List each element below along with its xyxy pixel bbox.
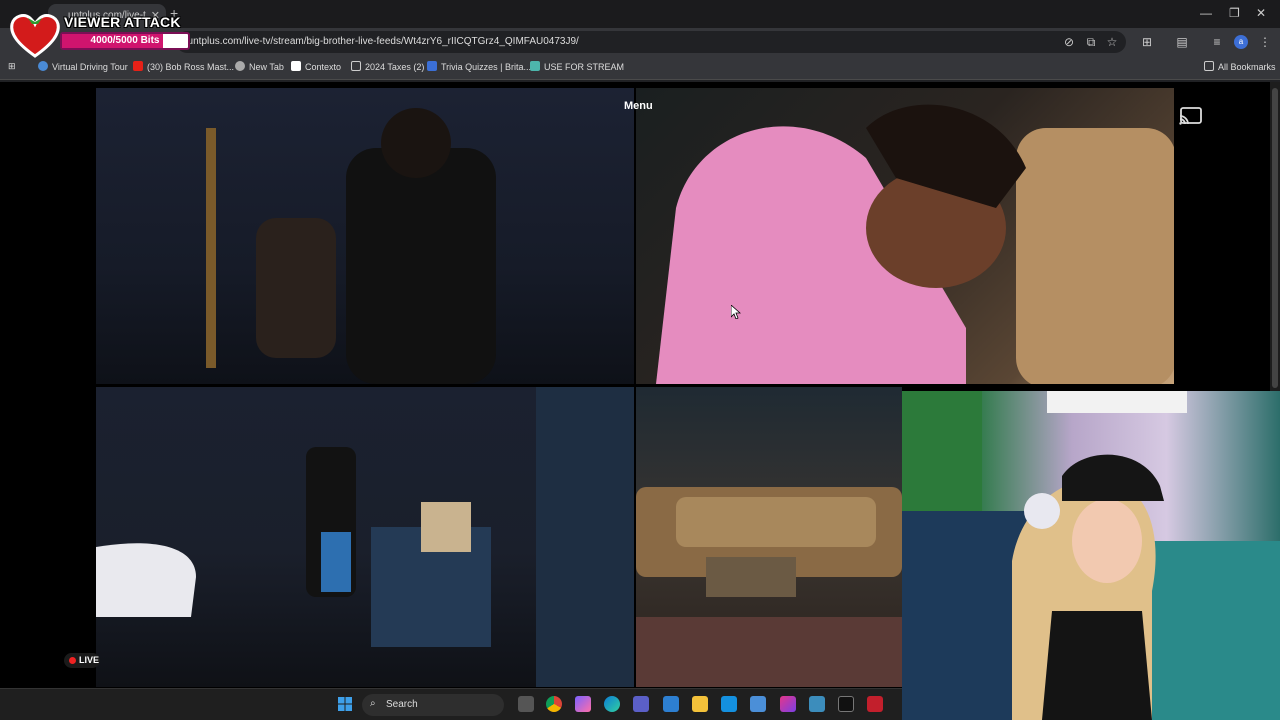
trivia-icon: [427, 61, 437, 71]
search-icon: ⌕: [370, 698, 376, 709]
live-dot-icon: [69, 657, 76, 664]
task-view-icon[interactable]: [518, 696, 534, 712]
feed-2-scene: [656, 104, 1174, 384]
profile-avatar[interactable]: a: [1234, 35, 1248, 49]
toolbar: ountplus.com/live-tv/stream/big-brother-…: [0, 28, 1280, 56]
bookmark-5[interactable]: Trivia Quizzes | Brita...: [427, 61, 531, 72]
search-placeholder: Search: [386, 699, 418, 710]
live-badge: LIVE: [64, 653, 100, 668]
taskbar-search[interactable]: ⌕ Search: [362, 694, 504, 716]
camera-feed-4[interactable]: [636, 387, 902, 687]
app-icon[interactable]: [809, 696, 825, 712]
file-explorer-icon[interactable]: [692, 696, 708, 712]
bookmark-1[interactable]: (30) Bob Ross Mast...: [133, 61, 234, 72]
bookmark-label: (30) Bob Ross Mast...: [147, 62, 235, 72]
all-bookmarks[interactable]: All Bookmarks: [1204, 61, 1276, 72]
viewer-attack-overlay: VIEWER ATTACK 4000/5000 Bits: [8, 8, 190, 58]
streamer-webcam: [902, 391, 1280, 720]
photos-icon[interactable]: [663, 696, 679, 712]
bookmark-0[interactable]: Virtual Driving Tour: [38, 61, 128, 72]
chrome-icon[interactable]: [546, 696, 562, 712]
more-menu-icon[interactable]: ⋮: [1258, 35, 1272, 49]
bits-progress-text: 4000/5000 Bits: [90, 35, 160, 46]
bookmark-2[interactable]: New Tab: [235, 61, 284, 72]
bookmark-label: 2024 Taxes (2): [365, 62, 425, 72]
eye-off-icon[interactable]: ⊘: [1062, 35, 1076, 49]
outlook-icon[interactable]: [721, 696, 737, 712]
bookmark-6[interactable]: USE FOR STREAM: [530, 61, 624, 72]
address-bar[interactable]: ountplus.com/live-tv/stream/big-brother-…: [176, 31, 1126, 53]
camera-feed-3[interactable]: [96, 387, 634, 687]
minimize-icon[interactable]: —: [1200, 6, 1212, 20]
sidepanel-icon[interactable]: ▤: [1175, 35, 1189, 49]
bookmark-3[interactable]: Contexto: [291, 61, 341, 72]
windows-taskbar: ⌕ Search: [0, 688, 902, 720]
close-window-icon[interactable]: ✕: [1256, 6, 1266, 20]
extensions-icon[interactable]: ⊞: [1140, 35, 1154, 49]
apps-icon[interactable]: ⊞: [8, 61, 16, 72]
camera-feed-2[interactable]: [636, 88, 1174, 384]
copilot-icon[interactable]: [575, 696, 591, 712]
browser-chrome: untplus.com/live-t ✕ + — ❐ ✕ ountplus.co…: [0, 0, 1280, 82]
bits-progress-bar: 4000/5000 Bits: [60, 32, 190, 50]
teams-icon[interactable]: [633, 696, 649, 712]
live-label: LIVE: [79, 655, 100, 665]
store-icon[interactable]: [750, 696, 766, 712]
globe-icon: [235, 61, 245, 71]
bookmark-label: Virtual Driving Tour: [52, 62, 128, 72]
feed-1-scene: [206, 108, 496, 384]
folder-icon: [351, 61, 361, 71]
bookmark-label: New Tab: [249, 62, 284, 72]
tab-strip: untplus.com/live-t ✕ + — ❐ ✕: [0, 0, 1280, 28]
viewer-attack-title: VIEWER ATTACK: [64, 14, 181, 30]
tomato-heart-icon: [10, 14, 60, 58]
feed-4-scene: [636, 487, 902, 687]
camera-feed-1[interactable]: [96, 88, 634, 384]
webcam-scene: [902, 391, 1280, 720]
stream-icon: [530, 61, 540, 71]
globe-icon: [38, 61, 48, 71]
menu-button[interactable]: Menu: [624, 100, 653, 112]
bookmarks-bar: ⊞ Virtual Driving Tour (30) Bob Ross Mas…: [0, 56, 1280, 80]
game-icon[interactable]: [867, 696, 883, 712]
restore-icon[interactable]: ❐: [1229, 6, 1240, 20]
install-icon[interactable]: ⧉: [1084, 35, 1098, 49]
all-bookmarks-label: All Bookmarks: [1218, 62, 1276, 72]
youtube-icon: [133, 61, 143, 71]
bookmark-label: Trivia Quizzes | Brita...: [441, 62, 532, 72]
folder-icon: [1204, 61, 1214, 71]
windows-start-icon[interactable]: [338, 697, 352, 711]
contexto-icon: [291, 61, 301, 71]
bookmark-label: USE FOR STREAM: [544, 62, 625, 72]
mouse-cursor-icon: [731, 305, 741, 319]
feed-3-scene: [96, 387, 634, 687]
capcut-icon[interactable]: [838, 696, 854, 712]
m365-icon[interactable]: [780, 696, 796, 712]
star-icon[interactable]: ☆: [1105, 35, 1119, 49]
edge-icon[interactable]: [604, 696, 620, 712]
media-icon[interactable]: ≡: [1210, 35, 1224, 49]
scrollbar-thumb[interactable]: [1272, 88, 1278, 388]
cast-icon[interactable]: [1178, 106, 1204, 126]
bookmark-4[interactable]: 2024 Taxes (2): [351, 61, 424, 72]
address-text: ountplus.com/live-tv/stream/big-brother-…: [182, 36, 579, 47]
bookmark-label: Contexto: [305, 62, 342, 72]
